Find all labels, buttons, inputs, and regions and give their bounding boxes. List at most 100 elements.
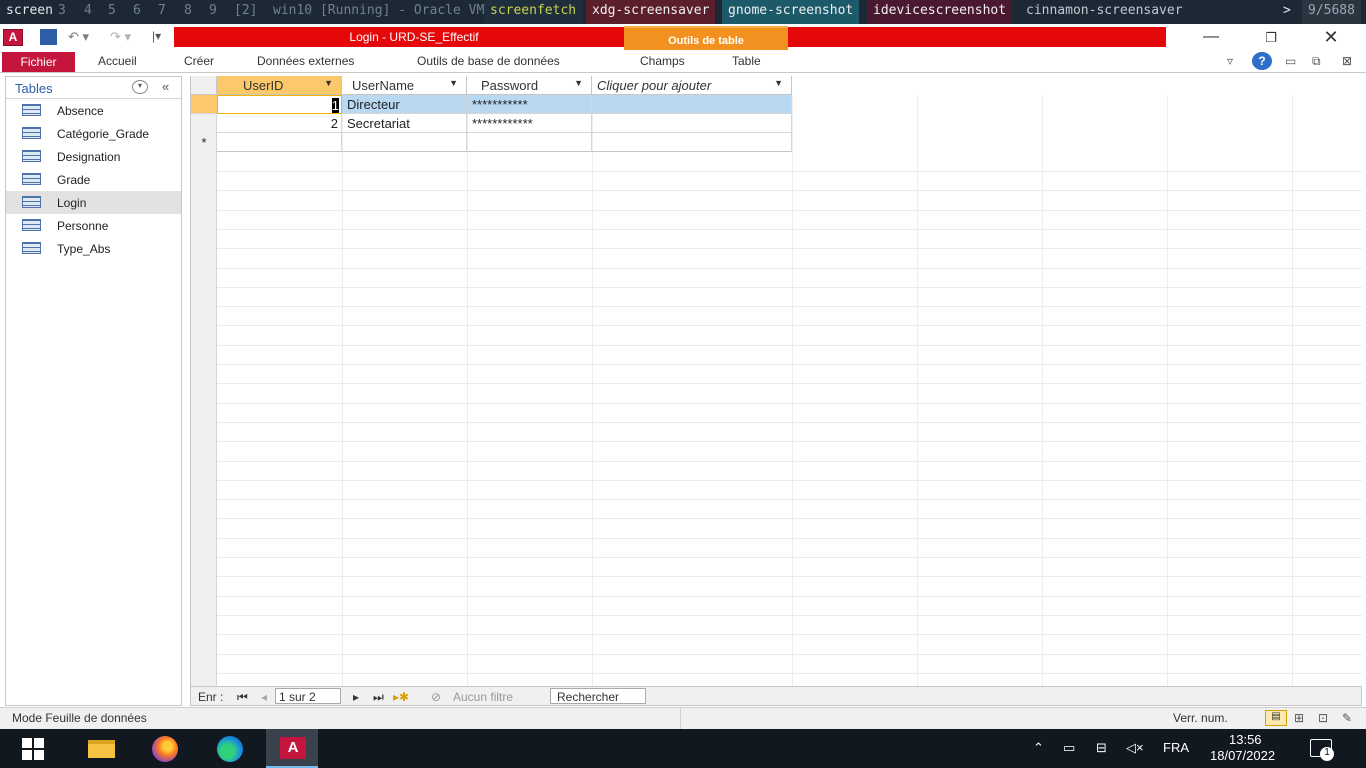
customize-qat-icon[interactable]: |▾ <box>152 29 161 45</box>
cell-username[interactable]: Directeur <box>342 95 467 114</box>
grid-line <box>217 403 1362 404</box>
restore-icon[interactable]: ❐ <box>1256 30 1286 46</box>
navigation-pane: Tables ▾ « Absence Catégorie_Grade Designa… <box>5 76 182 706</box>
file-explorer-icon[interactable] <box>75 729 127 768</box>
cell-new[interactable] <box>592 133 792 152</box>
workspace-2[interactable]: [2] <box>234 3 257 18</box>
cell-password[interactable]: ************ <box>467 114 592 133</box>
doc-minimize-icon[interactable]: ▭ <box>1285 54 1296 68</box>
access-taskbar-icon[interactable]: A <box>266 729 318 768</box>
nav-header[interactable]: Tables ▾ « <box>6 77 181 99</box>
column-header-add-field[interactable]: Cliquer pour ajouter ▼ <box>592 76 792 95</box>
start-button[interactable] <box>8 729 60 768</box>
workspace-9[interactable]: 9 <box>209 3 217 18</box>
cell-password[interactable]: *********** <box>467 95 592 114</box>
redo-icon[interactable]: ↷ ▾ <box>110 29 131 45</box>
first-record-icon[interactable]: ⏮ <box>237 690 248 705</box>
battery-icon[interactable]: ▭ <box>1063 740 1075 756</box>
clock-date[interactable]: 18/07/2022 <box>1210 748 1275 763</box>
save-icon[interactable] <box>40 29 57 45</box>
language-indicator[interactable]: FRA <box>1163 740 1189 755</box>
grid-line <box>217 383 1362 384</box>
tab-table[interactable]: Table <box>732 54 761 68</box>
tag-xdg-screensaver[interactable]: xdg-screensaver <box>586 0 716 24</box>
tag-gnome-screenshot[interactable]: gnome-screenshot <box>722 0 860 24</box>
sort-dropdown-icon[interactable]: ▼ <box>574 78 583 88</box>
nav-item-type_abs[interactable]: Type_Abs <box>6 237 181 260</box>
ribbon-tabs: Fichier Accueil Créer Données externes O… <box>0 50 1366 73</box>
datasheet-view-icon[interactable]: ▤ <box>1265 710 1287 726</box>
search-input[interactable]: Rechercher <box>550 688 646 704</box>
column-header-username[interactable]: UserName ▼ <box>342 76 467 95</box>
clock-time[interactable]: 13:56 <box>1229 732 1262 747</box>
last-record-icon[interactable]: ⏭ <box>373 690 384 705</box>
tab-donnees-externes[interactable]: Données externes <box>257 54 354 68</box>
tab-champs[interactable]: Champs <box>640 54 685 68</box>
cell-new[interactable] <box>467 133 592 152</box>
nav-item-absence[interactable]: Absence <box>6 99 181 122</box>
previous-record-icon[interactable]: ◂ <box>261 690 267 704</box>
tab-outils-bdd[interactable]: Outils de base de données <box>417 54 560 68</box>
workspace-5[interactable]: 5 <box>108 3 116 18</box>
nav-item-grade[interactable]: Grade <box>6 168 181 191</box>
cell-userid[interactable]: 2 <box>217 114 342 133</box>
tag-cinnamon-screensaver[interactable]: cinnamon-screensaver <box>1020 0 1189 24</box>
tab-fichier[interactable]: Fichier <box>2 52 75 72</box>
sort-dropdown-icon[interactable]: ▼ <box>449 78 458 88</box>
grid-line <box>217 576 1362 577</box>
undo-icon[interactable]: ↶ ▾ <box>68 29 89 45</box>
tab-creer[interactable]: Créer <box>184 54 214 68</box>
current-record-field[interactable]: 1 sur 2 <box>275 688 341 704</box>
tag-idevicescreenshot[interactable]: idevicescreenshot <box>867 0 1013 24</box>
select-all-corner[interactable] <box>191 76 217 95</box>
cell-empty[interactable] <box>592 114 792 133</box>
network-icon[interactable]: ⊟ <box>1096 740 1107 756</box>
edge-icon[interactable] <box>205 729 257 768</box>
cell-username[interactable]: Secretariat <box>342 114 467 133</box>
pivot-table-view-icon[interactable]: ⊞ <box>1294 711 1304 725</box>
sort-dropdown-icon[interactable]: ▼ <box>324 78 333 88</box>
doc-restore-icon[interactable]: ⧉ <box>1312 54 1321 69</box>
doc-close-icon[interactable]: ⊠ <box>1342 54 1352 68</box>
volume-muted-icon[interactable]: ◁× <box>1126 740 1144 756</box>
cell-userid[interactable]: 1 <box>217 95 342 114</box>
help-icon[interactable]: ? <box>1252 52 1272 70</box>
nav-item-designation[interactable]: Designation <box>6 145 181 168</box>
tag-screenfetch[interactable]: screenfetch <box>484 0 583 24</box>
workspace-7[interactable]: 7 <box>158 3 166 18</box>
pivot-chart-view-icon[interactable]: ⊡ <box>1318 711 1328 725</box>
notification-icon[interactable]: 1 <box>1310 739 1334 761</box>
status-bar: Mode Feuille de données Verr. num. ▤ ⊞ ⊡… <box>0 707 1366 730</box>
column-header-userid[interactable]: UserID ▼ <box>217 76 342 95</box>
next-record-icon[interactable]: ▸ <box>353 690 359 704</box>
design-view-icon[interactable]: ✎ <box>1342 711 1352 725</box>
collapse-ribbon-icon[interactable]: ▿ <box>1227 54 1233 68</box>
filter-icon[interactable]: ⊘ <box>431 690 441 704</box>
nav-item-catégorie_grade[interactable]: Catégorie_Grade <box>6 122 181 145</box>
workspace-6[interactable]: 6 <box>133 3 141 18</box>
nav-collapse-icon[interactable]: « <box>162 79 169 94</box>
workspace-8[interactable]: 8 <box>184 3 192 18</box>
show-hidden-icons[interactable]: ⌃ <box>1033 740 1044 756</box>
new-record-marker[interactable]: * <box>191 133 217 152</box>
workspace-3[interactable]: 3 <box>58 3 66 18</box>
column-header-password[interactable]: Password ▼ <box>467 76 592 95</box>
firefox-icon[interactable] <box>140 729 192 768</box>
access-icon[interactable]: A <box>3 29 23 46</box>
filter-status[interactable]: Aucun filtre <box>453 690 513 704</box>
record-selector-current[interactable] <box>191 95 217 114</box>
nav-item-personne[interactable]: Personne <box>6 214 181 237</box>
workspace-4[interactable]: 4 <box>84 3 92 18</box>
new-record-icon[interactable]: ▸✱ <box>393 690 409 704</box>
cell-new[interactable] <box>217 133 342 152</box>
close-icon[interactable]: ✕ <box>1316 27 1346 48</box>
sort-dropdown-icon[interactable]: ▼ <box>774 78 783 88</box>
tab-accueil[interactable]: Accueil <box>98 54 137 68</box>
nav-dropdown-icon[interactable]: ▾ <box>132 80 148 94</box>
table-icon <box>22 219 41 231</box>
cell-new[interactable] <box>342 133 467 152</box>
cell-empty[interactable] <box>592 95 792 114</box>
minimize-icon[interactable]: — <box>1196 28 1226 46</box>
grid-column-line <box>792 95 793 686</box>
nav-item-login[interactable]: Login <box>6 191 181 214</box>
